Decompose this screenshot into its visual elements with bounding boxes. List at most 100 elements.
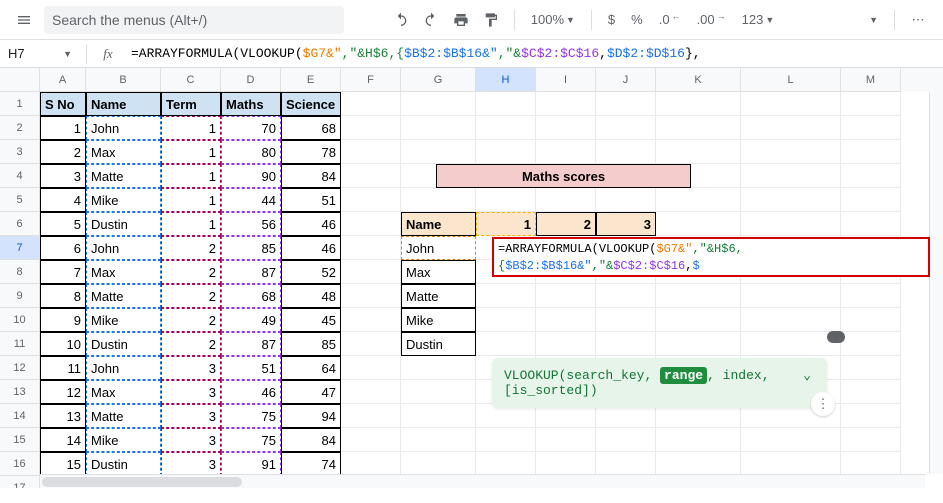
row-header[interactable]: 14 (0, 404, 40, 428)
cell[interactable] (741, 164, 841, 188)
cell[interactable] (596, 308, 656, 332)
cell[interactable]: Max (86, 140, 161, 164)
cell[interactable]: 87 (221, 332, 281, 356)
cell[interactable] (841, 356, 901, 380)
cell[interactable] (341, 452, 401, 476)
cell[interactable] (401, 356, 476, 380)
cell-formula-overlay[interactable]: =ARRAYFORMULA(VLOOKUP($G7&","&H$6,{$B$2:… (492, 237, 930, 277)
cell[interactable]: 74 (281, 452, 341, 476)
cell[interactable] (656, 212, 741, 236)
cell[interactable] (341, 164, 401, 188)
cell[interactable]: Mike (86, 428, 161, 452)
cell[interactable]: S No (40, 92, 86, 116)
cell[interactable] (401, 452, 476, 476)
cell[interactable]: 90 (221, 164, 281, 188)
cell[interactable] (341, 284, 401, 308)
cell[interactable]: 1 (161, 116, 221, 140)
col-header[interactable]: H (476, 68, 536, 92)
more-vert-icon[interactable]: ⋮ (811, 392, 835, 416)
cell[interactable] (741, 332, 841, 356)
cell[interactable]: 46 (221, 380, 281, 404)
more-toolbar-icon[interactable]: ⋯ (905, 7, 931, 33)
formula-input[interactable]: =ARRAYFORMULA(VLOOKUP($G7&","&H$6,{$B$2:… (123, 46, 943, 61)
cell[interactable] (341, 404, 401, 428)
cell[interactable]: 1 (161, 188, 221, 212)
col-header[interactable]: D (221, 68, 281, 92)
cell[interactable] (596, 452, 656, 476)
format-percent[interactable]: % (625, 12, 649, 27)
cell[interactable] (341, 212, 401, 236)
col-header[interactable]: L (741, 68, 841, 92)
cell[interactable] (741, 116, 841, 140)
col-header[interactable]: B (86, 68, 161, 92)
cell[interactable]: 2 (161, 236, 221, 260)
cell[interactable]: 2 (161, 308, 221, 332)
cell[interactable]: 1 (161, 140, 221, 164)
cell[interactable]: Name (86, 92, 161, 116)
cell[interactable]: Matte (86, 164, 161, 188)
cell[interactable] (741, 92, 841, 116)
row-header[interactable]: 2 (0, 116, 40, 140)
cell[interactable] (401, 428, 476, 452)
cell[interactable] (841, 164, 901, 188)
cell[interactable]: Max (401, 260, 476, 284)
cell[interactable]: 70 (221, 116, 281, 140)
cell[interactable] (476, 188, 536, 212)
cell[interactable]: 2 (40, 140, 86, 164)
cell[interactable]: Mike (86, 188, 161, 212)
col-header[interactable]: J (596, 68, 656, 92)
cell[interactable]: 1 (161, 164, 221, 188)
cell[interactable]: 56 (221, 212, 281, 236)
cell[interactable] (536, 284, 596, 308)
cell[interactable]: 3 (161, 428, 221, 452)
cell[interactable]: 1 (476, 212, 536, 236)
cell[interactable]: Matte (401, 284, 476, 308)
row-header[interactable]: 3 (0, 140, 40, 164)
cell[interactable] (341, 116, 401, 140)
cell[interactable]: 7 (40, 260, 86, 284)
row-header[interactable]: 9 (0, 284, 40, 308)
cell[interactable] (476, 116, 536, 140)
col-header[interactable]: M (841, 68, 901, 92)
vertical-scrollbar[interactable] (929, 92, 943, 474)
cell[interactable] (596, 116, 656, 140)
col-header[interactable]: C (161, 68, 221, 92)
cell[interactable] (841, 428, 901, 452)
cell[interactable]: 44 (221, 188, 281, 212)
cell[interactable]: 6 (40, 236, 86, 260)
cell[interactable] (476, 308, 536, 332)
cell[interactable]: Dustin (86, 212, 161, 236)
cell[interactable] (476, 284, 536, 308)
cell[interactable]: Mike (86, 308, 161, 332)
col-header[interactable]: I (536, 68, 596, 92)
cell[interactable]: Dustin (401, 332, 476, 356)
cell[interactable] (341, 260, 401, 284)
cell[interactable]: 80 (221, 140, 281, 164)
col-header[interactable]: G (401, 68, 476, 92)
cell[interactable] (476, 452, 536, 476)
cell[interactable] (596, 140, 656, 164)
cell[interactable]: 48 (281, 284, 341, 308)
cell[interactable] (401, 140, 476, 164)
cell[interactable]: 2 (536, 212, 596, 236)
cell[interactable] (341, 380, 401, 404)
cell[interactable] (656, 332, 741, 356)
cell[interactable] (341, 188, 401, 212)
cell[interactable] (536, 332, 596, 356)
cell[interactable] (596, 284, 656, 308)
cell[interactable] (596, 188, 656, 212)
cell[interactable]: John (86, 116, 161, 140)
cell[interactable]: Dustin (86, 332, 161, 356)
cell[interactable]: Term (161, 92, 221, 116)
cell[interactable]: 3 (161, 404, 221, 428)
cell[interactable] (341, 308, 401, 332)
cell[interactable]: 5 (40, 212, 86, 236)
cell[interactable] (841, 140, 901, 164)
row-header[interactable]: 1 (0, 92, 40, 116)
cell[interactable]: 85 (281, 332, 341, 356)
cell[interactable]: 85 (221, 236, 281, 260)
col-header[interactable]: E (281, 68, 341, 92)
cell[interactable]: 64 (281, 356, 341, 380)
cell[interactable]: John (401, 236, 476, 260)
cell[interactable]: 75 (221, 404, 281, 428)
